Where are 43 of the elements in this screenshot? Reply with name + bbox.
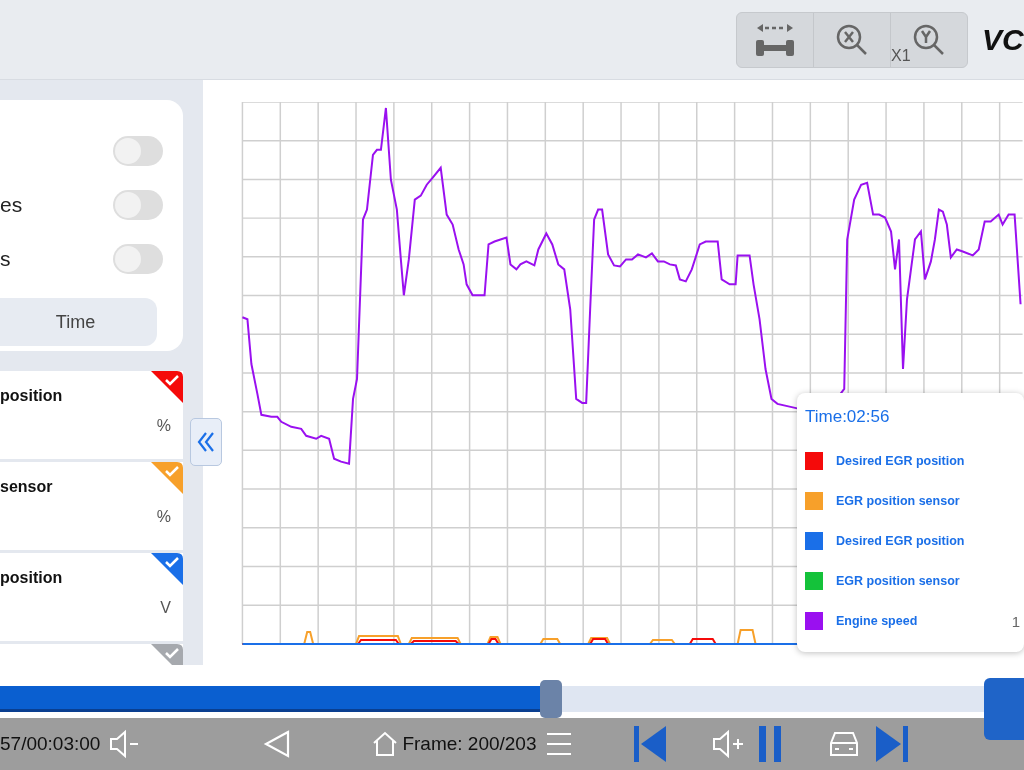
toggle-switch[interactable] [113, 190, 163, 220]
volume-up-icon[interactable] [710, 729, 745, 759]
dumbbell-icon [754, 21, 796, 58]
legend-label: Engine speed [836, 614, 918, 628]
elapsed-time: 57/00:03:00 [0, 733, 101, 755]
parameter-name: position [0, 569, 64, 587]
toggle-switch[interactable] [113, 136, 163, 166]
toggle-switch[interactable] [113, 244, 163, 274]
zoom-icon [912, 22, 946, 57]
parameter-item[interactable]: position V [0, 553, 183, 641]
parameter-item[interactable]: sensor % [0, 462, 183, 550]
parameter-name: sensor [0, 478, 54, 496]
parameter-unit: % [156, 417, 171, 435]
legend-label: Desired EGR position [836, 534, 965, 548]
legend-label: EGR position sensor [836, 494, 960, 508]
zoom-icon [835, 22, 869, 57]
parameter-item[interactable] [0, 644, 183, 665]
legend-value: 1 [1011, 612, 1020, 630]
progress-track[interactable] [0, 680, 984, 718]
progress-thumb[interactable] [540, 680, 563, 718]
menu-icon[interactable] [544, 731, 573, 757]
zoom-level: X1 [891, 46, 911, 65]
parameter-item[interactable]: position % [0, 371, 183, 459]
legend-label: Desired EGR position [836, 454, 965, 468]
time-button[interactable]: Time [0, 298, 157, 346]
tooltip-time: Time:02:56 [805, 407, 891, 427]
parameter-unit: V [160, 599, 171, 617]
logo: VC [982, 22, 1024, 57]
skip-forward-icon [874, 724, 910, 764]
skip-back-icon [632, 724, 668, 764]
parameter-name: position [0, 387, 64, 405]
toggle-label: s [0, 247, 11, 271]
check-corner-icon[interactable] [151, 553, 183, 585]
check-corner-icon[interactable] [151, 462, 183, 494]
frame-counter: Frame: 200/203 [402, 733, 537, 755]
check-corner-icon[interactable] [151, 371, 183, 403]
check-corner-icon[interactable] [151, 644, 183, 665]
toggle-label: es [0, 193, 23, 217]
legend-label: EGR position sensor [836, 574, 960, 588]
parameter-unit: % [156, 508, 171, 526]
double-chevron-icon [197, 431, 215, 453]
collapse-button[interactable] [190, 418, 222, 466]
home-icon[interactable] [372, 731, 399, 757]
